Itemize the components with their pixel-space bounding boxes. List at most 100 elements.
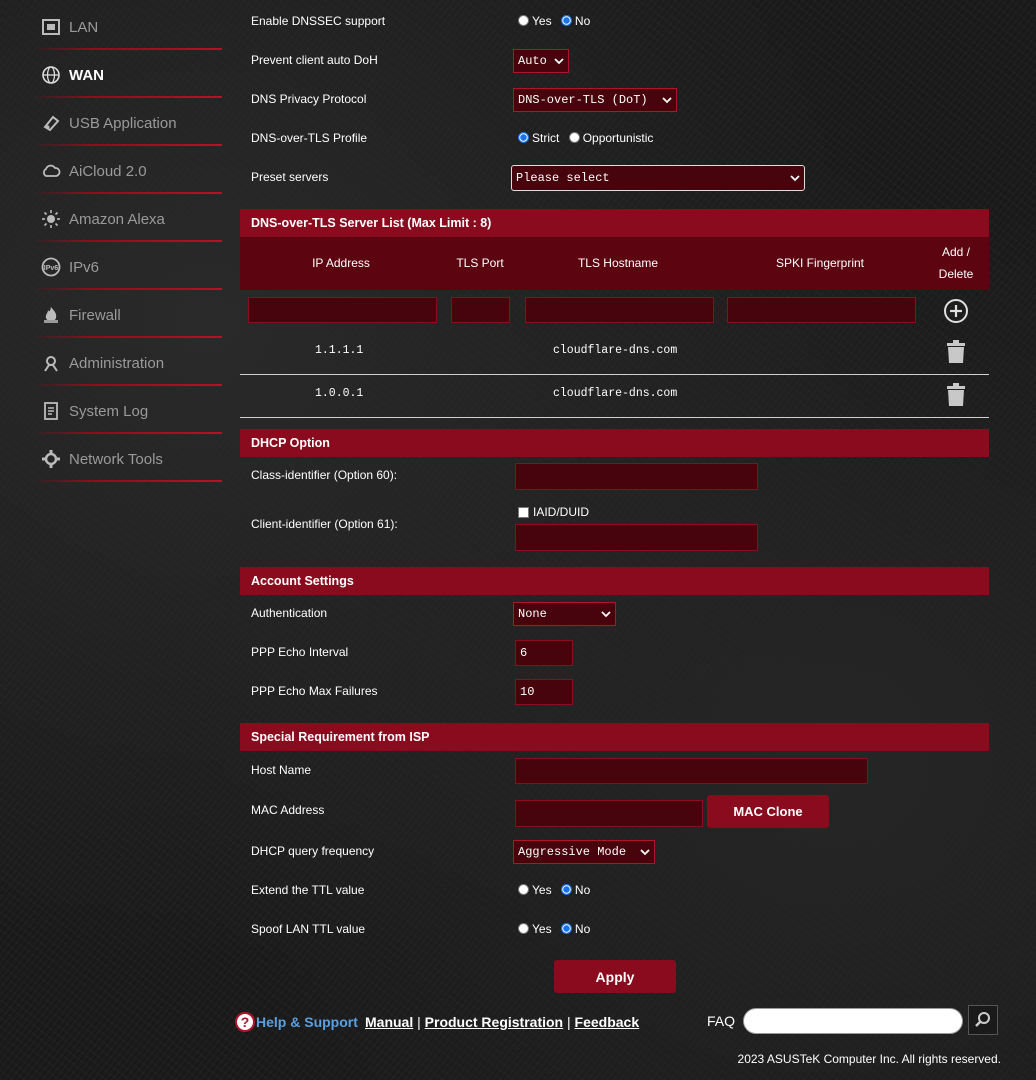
isp-header: Special Requirement from ISP bbox=[240, 723, 989, 751]
new-spki-input[interactable] bbox=[727, 297, 916, 323]
doh-label: Prevent client auto DoH bbox=[251, 53, 378, 67]
mac-label: MAC Address bbox=[251, 803, 325, 817]
new-port-input[interactable] bbox=[451, 297, 510, 323]
dhcp-frequency-select[interactable]: Aggressive Mode bbox=[513, 840, 655, 864]
sidebar-item-system-log[interactable]: System Log bbox=[32, 388, 222, 434]
privacy-protocol-select[interactable]: DNS-over-TLS (DoT) bbox=[513, 88, 677, 112]
authentication-select[interactable]: None bbox=[513, 602, 616, 626]
iaid-checkbox[interactable] bbox=[518, 506, 529, 518]
doh-select-value: Auto bbox=[518, 54, 547, 68]
sidebar-item-network-tools[interactable]: Network Tools bbox=[32, 436, 222, 482]
row2-hostname: cloudflare-dns.com bbox=[553, 387, 678, 400]
echo-fail-input[interactable]: 10 bbox=[515, 679, 573, 705]
echo-interval-input[interactable]: 6 bbox=[515, 640, 573, 666]
chevron-down-icon bbox=[554, 58, 564, 65]
host-name-input[interactable] bbox=[515, 758, 868, 784]
dhcp-freq-label: DHCP query frequency bbox=[251, 844, 375, 858]
sidebar-item-ipv6[interactable]: IPv6 IPv6 bbox=[32, 244, 222, 290]
dnssec-no-radio[interactable] bbox=[560, 15, 572, 26]
client-id-input[interactable] bbox=[515, 524, 758, 551]
preset-servers-select[interactable]: Please select bbox=[511, 165, 805, 191]
profile-row: DNS-over-TLS Profile Strict Opportunisti… bbox=[240, 131, 989, 149]
faq-label: FAQ bbox=[707, 1013, 736, 1029]
help-icon[interactable]: ? bbox=[235, 1012, 255, 1032]
dhcp-option-header: DHCP Option bbox=[240, 429, 989, 457]
sidebar-item-label: System Log bbox=[69, 402, 149, 420]
doh-select[interactable]: Auto bbox=[513, 49, 569, 73]
sidebar-item-amazon-alexa[interactable]: Amazon Alexa bbox=[32, 196, 222, 242]
profile-strict-label: Strict bbox=[532, 131, 560, 145]
auth-label: Authentication bbox=[251, 606, 328, 620]
col-ip-address: IP Address bbox=[312, 256, 370, 270]
spoof-yes-label: Yes bbox=[532, 922, 552, 936]
manual-link[interactable]: Manual bbox=[365, 1014, 413, 1030]
class-id-label: Class-identifier (Option 60): bbox=[251, 468, 398, 482]
mac-address-input[interactable] bbox=[515, 800, 703, 827]
class-id-input[interactable] bbox=[515, 463, 758, 490]
echo-interval-row: PPP Echo Interval bbox=[240, 645, 989, 663]
col-tls-port: TLS Port bbox=[456, 256, 504, 270]
link-separator: | bbox=[417, 1014, 421, 1030]
copyright-text: 2023 ASUSTeK Computer Inc. All rights re… bbox=[737, 1052, 1001, 1066]
isp-title: Special Requirement from ISP bbox=[251, 730, 430, 744]
ttl-row: Extend the TTL value Yes No bbox=[240, 883, 989, 901]
sidebar-item-administration[interactable]: Administration bbox=[32, 340, 222, 386]
doh-row: Prevent client auto DoH bbox=[240, 53, 989, 71]
trash-icon[interactable] bbox=[946, 340, 966, 364]
spoof-yes-radio[interactable] bbox=[518, 923, 529, 934]
sidebar-item-firewall[interactable]: Firewall bbox=[32, 292, 222, 338]
ttl-yes-radio[interactable] bbox=[518, 884, 529, 895]
ttl-yes-label: Yes bbox=[532, 883, 552, 897]
sidebar-item-lan[interactable]: LAN bbox=[32, 4, 222, 50]
faq-search-input[interactable] bbox=[743, 1008, 963, 1034]
sidebar-item-wan[interactable]: WAN bbox=[32, 52, 222, 98]
account-settings-title: Account Settings bbox=[251, 574, 354, 588]
dot-list-header: DNS-over-TLS Server List (Max Limit : 8) bbox=[240, 209, 989, 237]
footer-links: Manual | Product Registration | Feedback bbox=[365, 1014, 639, 1030]
ipv6-icon: IPv6 bbox=[40, 256, 62, 278]
col-add-delete-line2: Delete bbox=[938, 267, 974, 281]
dhcp-option-title: DHCP Option bbox=[251, 436, 330, 450]
add-server-icon[interactable] bbox=[943, 298, 969, 324]
spoof-no-radio[interactable] bbox=[560, 923, 572, 934]
faq-search-button[interactable] bbox=[968, 1005, 998, 1035]
search-icon bbox=[975, 1012, 990, 1027]
profile-opportunistic-radio[interactable] bbox=[568, 132, 580, 143]
preset-label: Preset servers bbox=[251, 170, 329, 184]
help-support-link[interactable]: Help & Support bbox=[256, 1014, 358, 1030]
sidebar-item-label: IPv6 bbox=[69, 258, 100, 276]
product-registration-link[interactable]: Product Registration bbox=[425, 1014, 563, 1030]
chevron-down-icon bbox=[790, 175, 800, 182]
preset-select-value: Please select bbox=[516, 171, 610, 185]
sidebar-item-label: Network Tools bbox=[69, 450, 163, 468]
lan-icon bbox=[40, 16, 62, 38]
client-id-label: Client-identifier (Option 61): bbox=[251, 517, 398, 531]
administration-icon bbox=[40, 352, 62, 374]
ttl-no-radio[interactable] bbox=[560, 884, 572, 895]
new-ip-input[interactable] bbox=[248, 297, 437, 323]
new-hostname-input[interactable] bbox=[525, 297, 714, 323]
sidebar-item-usb-application[interactable]: USB Application bbox=[32, 100, 222, 146]
sidebar-item-aicloud[interactable]: AiCloud 2.0 bbox=[32, 148, 222, 194]
col-tls-hostname: TLS Hostname bbox=[577, 256, 659, 270]
profile-strict-radio[interactable] bbox=[518, 132, 529, 143]
sidebar-item-label: WAN bbox=[69, 66, 104, 84]
dnssec-yes-radio[interactable] bbox=[518, 15, 529, 26]
alexa-icon bbox=[40, 208, 62, 230]
ttl-no-label: No bbox=[574, 883, 591, 897]
dot-list-title: DNS-over-TLS Server List (Max Limit : 8) bbox=[251, 216, 492, 230]
dnssec-yes-label: Yes bbox=[532, 14, 552, 28]
row-separator bbox=[240, 417, 989, 418]
sidebar-item-label: LAN bbox=[69, 18, 99, 36]
svg-text:?: ? bbox=[241, 1014, 250, 1030]
row1-hostname: cloudflare-dns.com bbox=[553, 344, 678, 357]
globe-icon bbox=[40, 64, 62, 86]
firewall-icon bbox=[40, 304, 62, 326]
host-name-label: Host Name bbox=[251, 763, 312, 777]
apply-button[interactable]: Apply bbox=[554, 960, 676, 993]
dnssec-label: Enable DNSSEC support bbox=[251, 14, 386, 28]
mac-clone-button[interactable]: MAC Clone bbox=[707, 795, 829, 828]
chevron-down-icon bbox=[601, 611, 611, 618]
feedback-link[interactable]: Feedback bbox=[575, 1014, 640, 1030]
trash-icon[interactable] bbox=[946, 383, 966, 407]
